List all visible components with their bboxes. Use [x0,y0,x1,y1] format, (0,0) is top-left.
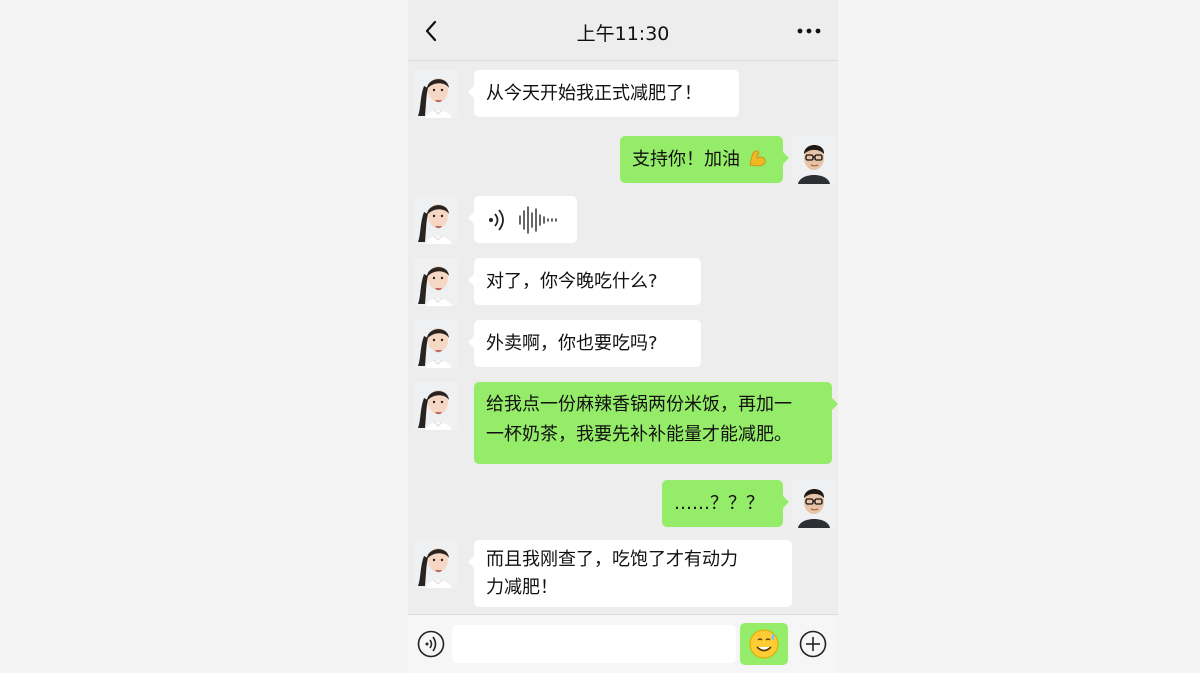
message-row: ……？？？ [408,478,838,528]
avatar[interactable] [414,320,458,368]
emoji-button[interactable] [740,623,788,665]
message-bubble[interactable]: 支持你！加油 [620,136,789,183]
message-bubble[interactable]: 对了，你今晚吃什么? [468,258,701,305]
avatar[interactable] [414,540,458,588]
message-text-line: 一杯奶茶，我要先补补能量才能减肥。 [486,424,792,445]
message-bubble[interactable]: 外卖啊，你也要吃吗? [468,320,701,367]
voice-wave-icon [489,206,557,234]
message-row: 从今天开始我正式减肥了！ [408,68,838,118]
message-bubble[interactable]: 从今天开始我正式减肥了！ [468,70,739,117]
message-row: 外卖啊，你也要吃吗? [408,318,838,368]
girl-avatar-icon [414,258,458,306]
avatar[interactable] [414,196,458,244]
message-text-line: 力减肥！ [486,577,558,598]
sweat-smile-emoji-icon [749,629,779,659]
girl-avatar-icon [414,70,458,118]
girl-avatar-icon [414,196,458,244]
input-bar [408,614,838,673]
message-text: 外卖啊，你也要吃吗? [486,333,658,354]
voice-toggle-icon [417,630,445,658]
avatar[interactable] [414,258,458,306]
message-text-line: 给我点一份麻辣香锅两份米饭，再加一 [486,394,792,415]
message-bubble[interactable]: ……？？？ [662,480,789,527]
chat-screen: 上午11:30 从今天开始我正式减肥了！ 支持你！加油 对了，你今晚吃什么? 外… [408,0,838,673]
man-avatar-icon [792,480,836,528]
message-text: ……？？？ [674,493,764,514]
avatar[interactable] [414,382,458,430]
message-text: 从今天开始我正式减肥了！ [486,83,702,104]
message-row: 而且我刚查了，吃饱了才有动力 力减肥！ [408,538,838,610]
plus-button[interactable] [798,629,828,659]
chat-header: 上午11:30 [408,0,838,61]
voice-toggle-button[interactable] [416,629,446,659]
message-text: 支持你！加油 [632,149,740,170]
message-bubble[interactable]: 给我点一份麻辣香锅两份米饭，再加一 一杯奶茶，我要先补补能量才能减肥。 [474,382,838,464]
girl-avatar-icon [414,540,458,588]
man-avatar-icon [792,136,836,184]
message-row: 给我点一份麻辣香锅两份米饭，再加一 一杯奶茶，我要先补补能量才能减肥。 [408,380,838,466]
voice-message-bubble[interactable] [468,196,577,243]
girl-avatar-icon [414,320,458,368]
flexed-biceps-icon [749,150,766,167]
message-text-line: 而且我刚查了，吃饱了才有动力 [486,549,738,570]
more-dots-icon [797,28,821,34]
avatar[interactable] [792,136,836,184]
message-row: 对了，你今晚吃什么? [408,256,838,306]
avatar[interactable] [792,480,836,528]
message-input[interactable] [452,625,736,663]
plus-circle-icon [799,630,827,658]
avatar[interactable] [414,70,458,118]
header-time: 上午11:30 [576,23,670,45]
message-bubble[interactable]: 而且我刚查了，吃饱了才有动力 力减肥！ [468,540,792,607]
message-row: 支持你！加油 [408,134,838,184]
girl-avatar-icon [414,382,458,430]
message-text: 对了，你今晚吃什么? [486,271,658,292]
message-row [408,194,838,244]
more-button[interactable] [794,18,824,44]
